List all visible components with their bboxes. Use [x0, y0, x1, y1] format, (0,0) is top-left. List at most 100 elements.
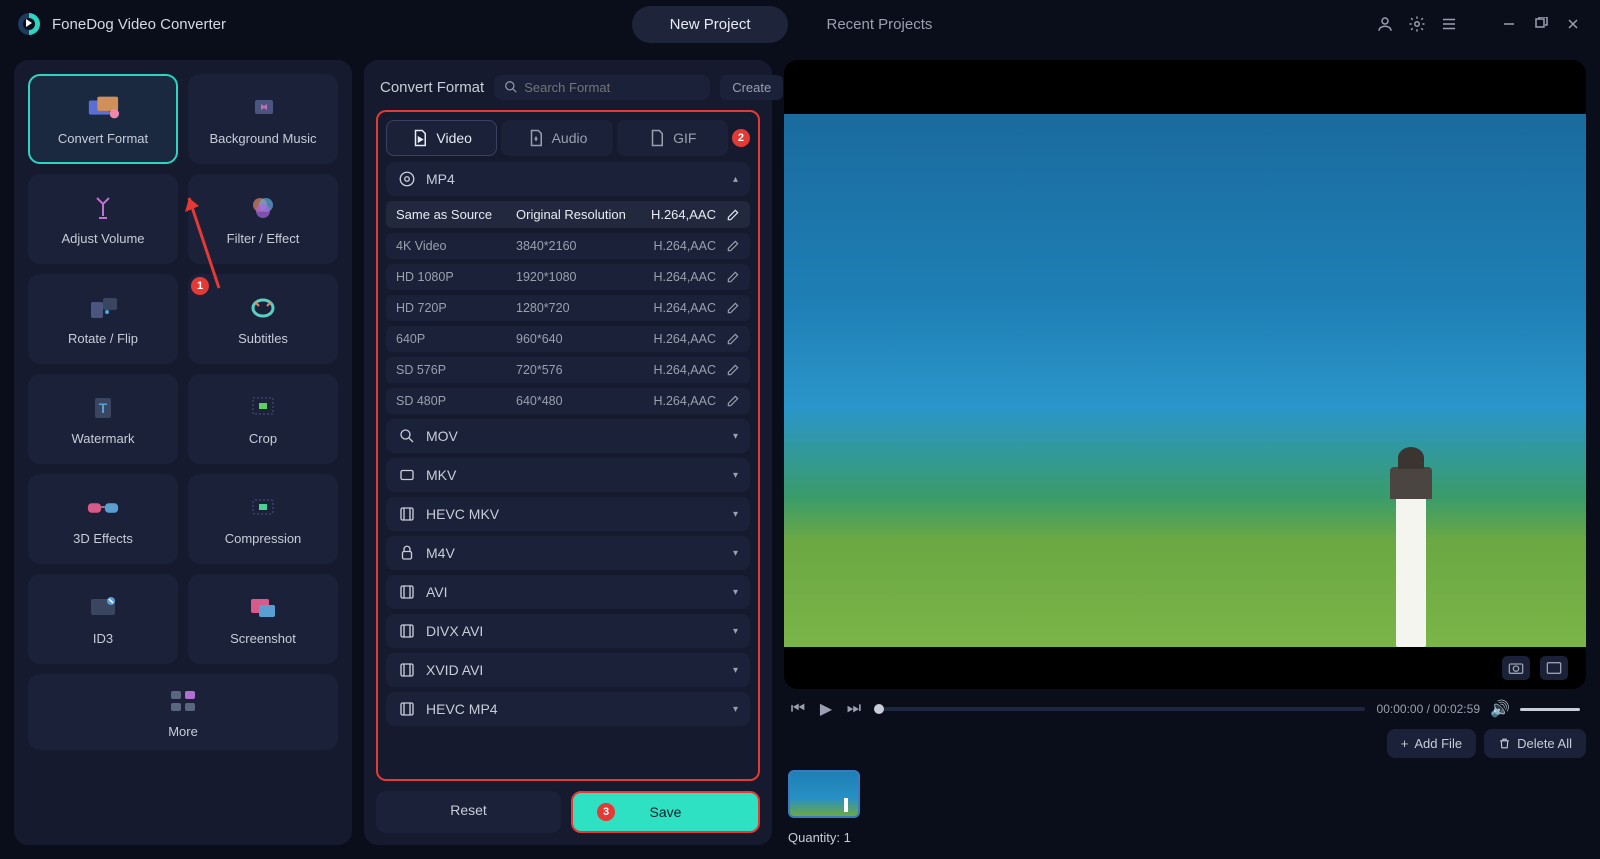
trash-icon [1498, 737, 1511, 750]
snapshot-button[interactable] [1502, 656, 1530, 680]
add-file-button[interactable]: +Add File [1387, 729, 1476, 758]
volume-icon[interactable]: 🔊 [1492, 701, 1508, 717]
tool-label: Convert Format [58, 131, 148, 146]
preset-row[interactable]: 640P960*640H.264,AAC [386, 326, 750, 352]
subtitles-icon [246, 293, 280, 323]
tool-screenshot[interactable]: Screenshot [188, 574, 338, 664]
preset-row[interactable]: Same as SourceOriginal ResolutionH.264,A… [386, 201, 750, 228]
lock-icon [398, 544, 416, 562]
chevron-down-icon: ▾ [733, 587, 738, 598]
video-preview [784, 60, 1586, 689]
volume-icon [86, 193, 120, 223]
more-icon [166, 686, 200, 716]
tool-watermark[interactable]: T Watermark [28, 374, 178, 464]
mkv-icon [398, 466, 416, 484]
screenshot-icon [246, 593, 280, 623]
preset-row[interactable]: 4K Video3840*2160H.264,AAC [386, 233, 750, 259]
tools-sidebar: Convert Format Background Music Adjust V… [14, 60, 352, 845]
format-group-mkv[interactable]: MKV▾ [386, 458, 750, 492]
tool-label: Compression [225, 531, 302, 546]
delete-all-button[interactable]: Delete All [1484, 729, 1586, 758]
format-label: DIVX AVI [426, 623, 483, 639]
format-tab-audio[interactable]: Audio [501, 120, 612, 156]
edit-icon[interactable] [726, 332, 740, 346]
tool-id3[interactable]: ID3 [28, 574, 178, 664]
film-icon [398, 661, 416, 679]
tool-rotate-flip[interactable]: Rotate / Flip [28, 274, 178, 364]
preset-row[interactable]: SD 576P720*576H.264,AAC [386, 357, 750, 383]
tab-recent-projects[interactable]: Recent Projects [788, 6, 970, 43]
tab-label: GIF [673, 130, 696, 146]
format-list[interactable]: MP4▴ Same as SourceOriginal ResolutionH.… [386, 162, 750, 771]
tab-new-project[interactable]: New Project [632, 6, 789, 43]
format-label: M4V [426, 545, 455, 561]
play-button[interactable]: ▶ [818, 701, 834, 717]
titlebar-left: FoneDog Video Converter [18, 13, 226, 35]
tool-adjust-volume[interactable]: Adjust Volume [28, 174, 178, 264]
tool-label: 3D Effects [73, 531, 133, 546]
format-group-divx-avi[interactable]: DIVX AVI▾ [386, 614, 750, 648]
format-tab-gif[interactable]: GIF [617, 120, 728, 156]
chevron-down-icon: ▾ [733, 665, 738, 676]
reset-button[interactable]: Reset [376, 791, 561, 833]
format-group-avi[interactable]: AVI ▾ [386, 575, 750, 609]
format-group-m4v[interactable]: M4V▾ [386, 536, 750, 570]
tool-3d-effects[interactable]: 3D Effects [28, 474, 178, 564]
file-actions: +Add File Delete All [784, 729, 1586, 758]
video-frame[interactable] [784, 114, 1586, 647]
edit-icon[interactable] [726, 239, 740, 253]
tool-label: Filter / Effect [227, 231, 300, 246]
prev-button[interactable]: ⏮ [790, 701, 806, 717]
volume-slider[interactable] [1520, 708, 1580, 711]
tool-more[interactable]: More [28, 674, 338, 750]
minimize-button[interactable] [1500, 15, 1518, 33]
preset-row[interactable]: HD 720P1280*720H.264,AAC [386, 295, 750, 321]
fullscreen-button[interactable] [1540, 656, 1568, 680]
tool-convert-format[interactable]: Convert Format [28, 74, 178, 164]
panel-footer: Reset 3 Save [376, 781, 760, 833]
format-group-mov[interactable]: MOV▾ [386, 419, 750, 453]
tool-crop[interactable]: Crop [188, 374, 338, 464]
search-input[interactable] [524, 80, 700, 95]
search-icon [504, 80, 518, 94]
tool-label: ID3 [93, 631, 113, 646]
next-button[interactable]: ⏭ [846, 701, 862, 717]
format-group-mp4[interactable]: MP4▴ [386, 162, 750, 196]
chevron-down-icon: ▾ [733, 431, 738, 442]
edit-icon[interactable] [726, 208, 740, 222]
format-label: HEVC MKV [426, 506, 499, 522]
search-box[interactable] [494, 75, 710, 100]
create-button[interactable]: Create [720, 75, 783, 100]
tool-filter-effect[interactable]: Filter / Effect [188, 174, 338, 264]
filter-icon [246, 193, 280, 223]
preview-panel: ⏮ ▶ ⏭ 00:00:00 / 00:02:59 🔊 +Add File De… [784, 60, 1586, 845]
format-group-hevc-mp4[interactable]: HEVC MP4▾ [386, 692, 750, 726]
edit-icon[interactable] [726, 363, 740, 377]
file-thumbnail[interactable] [788, 770, 860, 818]
tool-compression[interactable]: Compression [188, 474, 338, 564]
letterbox-top [784, 60, 1586, 114]
quantity-label: Quantity: 1 [784, 830, 1586, 845]
maximize-button[interactable] [1532, 15, 1550, 33]
format-group-hevc-mkv[interactable]: HEVC MKV▾ [386, 497, 750, 531]
format-label: MP4 [426, 171, 455, 187]
menu-icon[interactable] [1440, 15, 1458, 33]
save-button[interactable]: 3 Save [571, 791, 760, 833]
tool-background-music[interactable]: Background Music [188, 74, 338, 164]
project-tabs: New Project Recent Projects [632, 6, 971, 43]
format-group-xvid-avi[interactable]: XVID AVI▾ [386, 653, 750, 687]
edit-icon[interactable] [726, 270, 740, 284]
chevron-down-icon: ▾ [733, 470, 738, 481]
account-icon[interactable] [1376, 15, 1394, 33]
close-button[interactable] [1564, 15, 1582, 33]
edit-icon[interactable] [726, 301, 740, 315]
edit-icon[interactable] [726, 394, 740, 408]
format-tab-video[interactable]: Video [386, 120, 497, 156]
seek-bar[interactable] [874, 707, 1365, 711]
preset-row[interactable]: SD 480P640*480H.264,AAC [386, 388, 750, 414]
format-label: AVI [426, 584, 448, 600]
tool-subtitles[interactable]: Subtitles [188, 274, 338, 364]
preset-row[interactable]: HD 1080P1920*1080H.264,AAC [386, 264, 750, 290]
mp4-icon [398, 170, 416, 188]
gear-icon[interactable] [1408, 15, 1426, 33]
